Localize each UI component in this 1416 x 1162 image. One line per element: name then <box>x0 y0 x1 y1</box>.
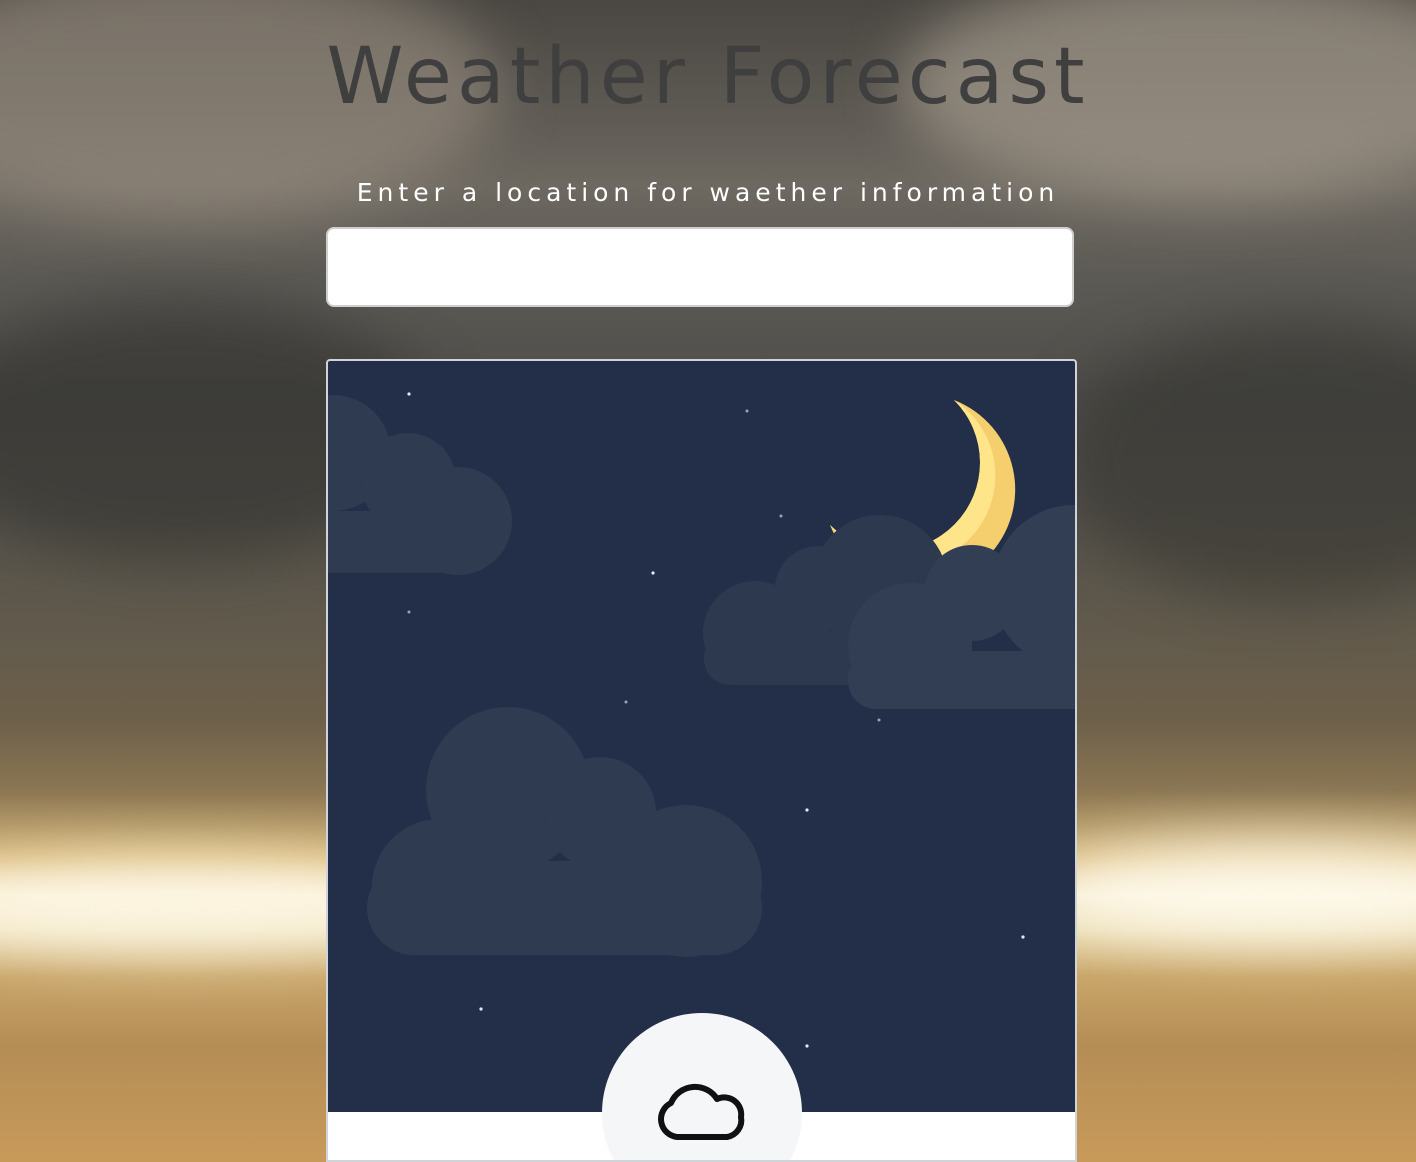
star <box>805 1044 809 1048</box>
page-subtitle: Enter a location for waether information <box>356 178 1060 207</box>
location-search-input[interactable] <box>326 227 1074 307</box>
page: Weather Forecast Enter a location for wa… <box>0 0 1416 1162</box>
cloud-icon <box>658 1083 745 1140</box>
night-sky-illustration <box>328 361 1075 1112</box>
star <box>877 718 881 722</box>
star <box>745 409 749 413</box>
star <box>651 571 655 575</box>
star <box>407 392 411 396</box>
star <box>407 610 411 614</box>
night-sky-svg <box>328 392 1075 1048</box>
cloud-top-left <box>328 395 512 575</box>
page-title: Weather Forecast <box>326 32 1090 122</box>
weather-card <box>326 359 1077 1162</box>
background-light <box>1040 840 1416 940</box>
cloud-bottom-left <box>367 707 762 957</box>
star <box>1021 935 1025 939</box>
star <box>624 700 628 704</box>
star <box>805 808 809 812</box>
star <box>779 514 783 518</box>
star <box>479 1007 483 1011</box>
background-cloud <box>1060 320 1416 600</box>
